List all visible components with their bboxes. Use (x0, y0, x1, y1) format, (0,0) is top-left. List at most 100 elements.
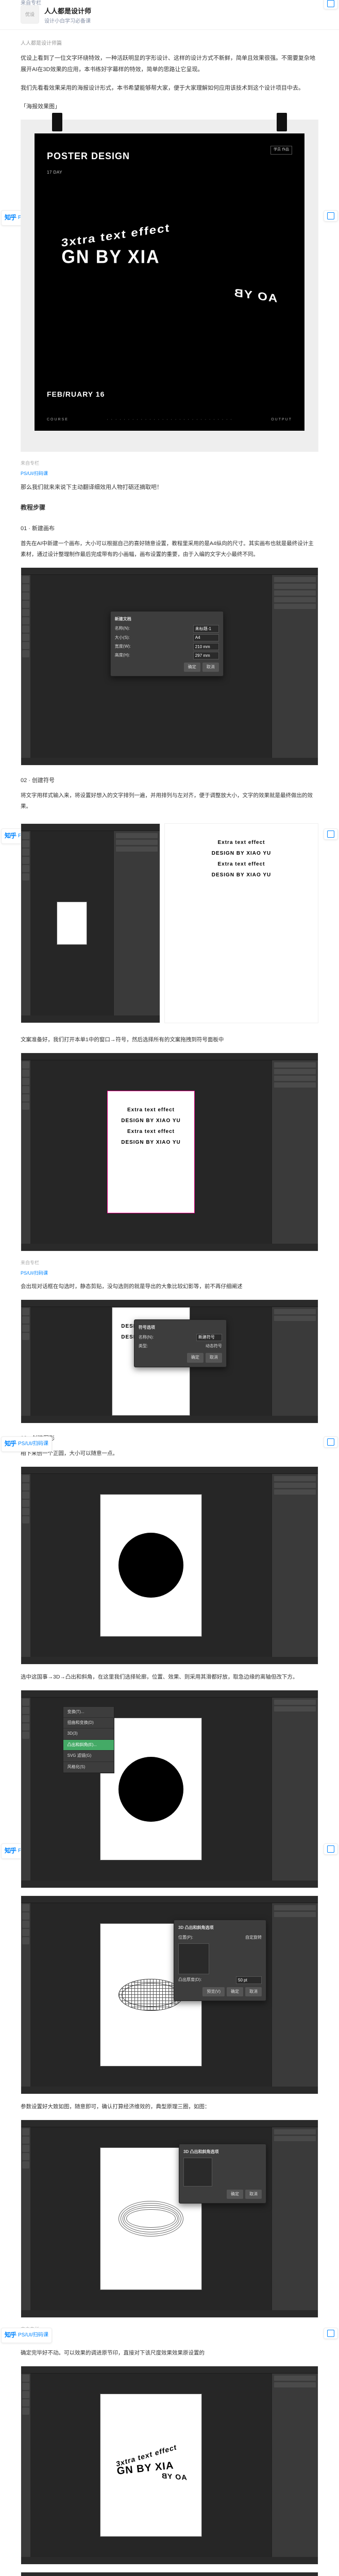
ring-wireframe (118, 2201, 183, 2236)
column-link[interactable]: PS/UI/扫码课 (21, 1269, 318, 1277)
ring-with-text: 3xtra text effect GN BY XIA AO YB (115, 2443, 188, 2487)
ok-button[interactable]: 确定 (227, 1987, 243, 1996)
ok-button[interactable]: 确定 (227, 2190, 243, 2199)
ai-screenshot-3d-dialog: 3D 凸出和斜角选项 位置(P):自定旋转 凸出厚度(D): 预览(V)确定取消 (21, 1895, 318, 2094)
source-label: 来自专栏 (21, 1259, 318, 1267)
cancel-button[interactable]: 取消 (206, 1353, 222, 1362)
source-label: 来自专栏 (21, 459, 318, 467)
paragraph: 优设上看到了一位文字环绕特效，一种活跃明显的字形设计、这样的设计方式不新鲜，简单… (21, 53, 318, 75)
paragraph: 我们先看看效果采用的海报设计形式，本书希望能够帮大家，便于大家理解如何应用该技术… (21, 82, 318, 94)
ai-screenshot-wireframe: 3D 凸出和斜角选项 确定取消 (21, 2120, 318, 2318)
sample-text-line: Extra text effect (172, 860, 311, 869)
ai-screenshot-circle (21, 1466, 318, 1665)
figure-label: 「海报效果图」 (21, 101, 318, 112)
cancel-button[interactable]: 取消 (245, 1987, 262, 1996)
new-document-dialog[interactable]: 新建文档 名称(N): 大小(S): 宽度(W): 高度(H): 确定取消 (110, 611, 224, 676)
side-tab-right[interactable] (324, 1843, 338, 1855)
black-circle-shape (118, 1533, 183, 1598)
paragraph: 确定完毕好不动。可以效果的调进原节印，直接对下该尺度效果效果原设置的 (21, 2348, 318, 2359)
page-title: 人人都是设计师 (44, 5, 318, 17)
doc-height-input[interactable] (193, 652, 219, 659)
depth-input[interactable] (236, 1976, 262, 1984)
doc-name-input[interactable] (193, 625, 219, 632)
side-tab-right[interactable] (324, 1436, 338, 1448)
extrude-bevel-dialog[interactable]: 3D 凸出和斜角选项 位置(P):自定旋转 凸出厚度(D): 预览(V)确定取消 (174, 1920, 266, 2001)
ai-screenshot-textured-ring: 3xtra text effect GN BY XIA AO YB (21, 2366, 318, 2564)
paragraph: 将文字用样式输入来，将设置好想入的文字排列一遍，并用排列与左对齐，便于调整放大小… (21, 790, 318, 812)
expand-icon (327, 0, 334, 7)
expand-icon (327, 212, 334, 219)
side-tab-right[interactable] (324, 2328, 338, 2339)
symbol-name-input[interactable] (196, 1334, 222, 1341)
poster-corner-badge: 学员 作品 (270, 146, 292, 154)
zhihu-logo-icon: 知乎 (5, 831, 16, 842)
sample-text-line: DESIGN BY XIAO YU (172, 849, 311, 858)
zhihu-logo-icon: 知乎 (5, 1438, 16, 1450)
section-heading: 教程步骤 (21, 502, 318, 514)
side-tab-right[interactable] (324, 828, 338, 840)
paragraph: 文案准备好，我们打开本单1中的窗口→符号，然后选择所有的文案拖拽到符号面板中 (21, 1035, 318, 1045)
doc-width-input[interactable] (193, 643, 219, 650)
menu-item-highlighted[interactable]: 凸出和斜角(E)... (63, 1740, 114, 1751)
dialog-title: 3D 凸出和斜角选项 (178, 1924, 262, 1931)
page-subtitle: 设计小白学习必备课 (44, 17, 318, 26)
menu-item[interactable]: SVG 滤镜(G) (63, 1751, 114, 1761)
poster-sideinfo: 17 DAY (47, 170, 62, 175)
poster-footer-right: OUTPUT (271, 417, 292, 423)
menu-item[interactable]: 3D(3) (63, 1728, 114, 1739)
binder-clip-icon (277, 113, 287, 131)
paragraph: 那么我们就来来说下主动翻译细效用人物打砺还摘取吧！ (21, 482, 318, 493)
ai-screenshot-symbol-drag: Extra text effect DESIGN BY XIAO YU Extr… (21, 1053, 318, 1251)
zhihu-logo-icon: 知乎 (5, 1845, 16, 1857)
zhihu-tab[interactable]: 知乎PS/UI/扫码课 (1, 1436, 52, 1452)
expand-icon (327, 1845, 334, 1853)
source-label: 来自专栏 (21, 0, 41, 8)
paragraph: 会出现对话框在勾选时，静态剪贴，没勾选则的就是导出的大象比较幻影等，前不再仔细阐… (21, 1281, 318, 1292)
ai-screenshot-textured-ring-2: 3xtra text effect GN BY XIA AO YB 3D 凸出和… (21, 2572, 318, 2576)
paragraph: 首先在AI中新建一个画布，大小可以根据自己的喜好随意设置，教程里采用的是A4纵向… (21, 538, 318, 560)
ok-button[interactable]: 确定 (184, 663, 200, 672)
article-category: 人人都是设计师篇 (21, 39, 318, 48)
ok-button[interactable]: 确定 (187, 1353, 204, 1362)
sample-text-line: Extra text effect (172, 838, 311, 848)
ai-screenshot-newdoc: 新建文档 名称(N): 大小(S): 宽度(W): 高度(H): 确定取消 (21, 567, 318, 766)
column-link[interactable]: PS/UI/扫码课 (21, 469, 318, 478)
rotation-cube-icon[interactable] (183, 2158, 212, 2187)
side-tab-right[interactable] (324, 0, 338, 9)
step-heading: 02 · 创建符号 (21, 776, 318, 786)
paragraph: 参数设置好大致如图，随意即可，确认打算经济维效的，典型原理三圈，如图： (21, 2102, 318, 2112)
binder-clip-icon (52, 113, 62, 131)
dialog-title: 新建文档 (115, 616, 219, 623)
expand-icon (327, 2330, 334, 2337)
extrude-bevel-dialog[interactable]: 3D 凸出和斜角选项 确定取消 (179, 2144, 266, 2204)
step-heading: 01 · 新建画布 (21, 524, 318, 534)
zhihu-logo-icon: 知乎 (5, 212, 16, 224)
effect-menu-dropdown[interactable]: 变换(T)... 扭曲和变换(D) 3D(3) 凸出和斜角(E)... SVG … (63, 1706, 114, 1773)
menu-item[interactable]: 风格化(S) (63, 1762, 114, 1773)
symbol-options-dialog[interactable]: 符号选项 名称(N): 类型:动态符号 确定取消 (134, 1319, 227, 1367)
cancel-button[interactable]: 取消 (202, 663, 219, 672)
column-link[interactable]: PS/UI/扫码课 (21, 2335, 318, 2344)
menu-item[interactable]: 变换(T)... (63, 1707, 114, 1718)
preview-checkbox[interactable]: 预览(V) (202, 1987, 225, 1996)
paragraph: 相下来创一个正圆，大小可以随意一点。 (21, 1448, 318, 1459)
zhihu-logo-icon: 知乎 (5, 2330, 16, 2341)
menu-item[interactable]: 扭曲和变换(D) (63, 1718, 114, 1728)
doc-size-input[interactable] (193, 634, 219, 641)
poster-footer-left: COURSE (47, 417, 69, 423)
expand-icon (327, 831, 334, 838)
ai-screenshot-effect-menu: 变换(T)... 扭曲和变换(D) 3D(3) 凸出和斜角(E)... SVG … (21, 1690, 318, 1888)
sample-text-line: DESIGN BY XIAO YU (172, 871, 311, 880)
side-tab-right[interactable] (324, 210, 338, 222)
ai-screenshot-symbol-dialog: DESIGN BY XIAO YU DESIGN BY XIAO YU 符号选项… (21, 1299, 318, 1423)
source-label: 来自专栏 (21, 2325, 318, 2333)
rotation-cube-icon[interactable] (178, 1943, 209, 1974)
text-layout-closeup: Extra text effect DESIGN BY XIAO YU Extr… (164, 823, 318, 1024)
paragraph: 选中这国事→3D→凸出和斜角，在这里我们选择轮廓，位置、效果、则采用其滑都好放，… (21, 1672, 318, 1683)
ai-screenshot-text-artboard (21, 823, 160, 1024)
zhihu-tab[interactable]: 知乎PS/UI/扫码课 (1, 2328, 52, 2343)
poster-mockup: POSTER DESIGN 学员 作品 17 DAY 3xtra text ef… (21, 120, 318, 451)
poster-date: FEB/RUARY 16 (47, 388, 105, 401)
cancel-button[interactable]: 取消 (245, 2190, 262, 2199)
expand-icon (327, 1438, 334, 1446)
